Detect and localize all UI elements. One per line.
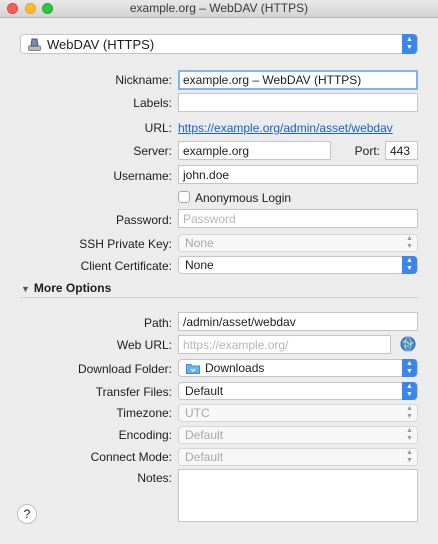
- protocol-value: WebDAV (HTTPS): [47, 37, 155, 52]
- chevron-updown-icon: ▲ ▼: [406, 405, 413, 420]
- globe-icon[interactable]: [400, 336, 416, 352]
- transfer-files-label: Transfer Files:: [95, 385, 172, 399]
- client-certificate-label: Client Certificate:: [80, 259, 172, 273]
- web-url-field[interactable]: https://example.org/: [178, 335, 391, 354]
- timezone-value: UTC: [185, 406, 210, 420]
- chevron-updown-icon: ▲ ▼: [406, 449, 413, 464]
- ssh-private-key-popup[interactable]: None ▲ ▼: [178, 234, 418, 252]
- anonymous-login-label: Anonymous Login: [195, 191, 292, 205]
- transfer-files-popup[interactable]: Default ▲ ▼: [178, 382, 418, 400]
- password-label: Password:: [115, 213, 172, 227]
- more-options-disclosure[interactable]: ▼ More Options: [21, 281, 111, 295]
- protocol-popup[interactable]: WebDAV (HTTPS) ▲ ▼: [20, 34, 418, 54]
- transfer-files-value: Default: [185, 384, 224, 398]
- chevron-updown-icon: ▲ ▼: [402, 359, 417, 377]
- notes-label: Notes:: [137, 471, 172, 485]
- labels-label: Labels:: [133, 96, 172, 110]
- chevron-updown-icon: ▲ ▼: [402, 256, 417, 274]
- username-label: Username:: [113, 169, 172, 183]
- username-field[interactable]: john.doe: [178, 165, 418, 184]
- window-title: example.org – WebDAV (HTTPS): [129, 1, 309, 15]
- web-url-label: Web URL:: [116, 338, 172, 352]
- port-field[interactable]: 443: [385, 141, 418, 160]
- chevron-updown-icon: ▲ ▼: [402, 34, 417, 54]
- connect-mode-popup[interactable]: Default ▲ ▼: [178, 448, 418, 466]
- encoding-label: Encoding:: [118, 428, 172, 442]
- title-bar: example.org – WebDAV (HTTPS): [0, 0, 438, 18]
- ssh-private-key-label: SSH Private Key:: [79, 237, 172, 251]
- password-field[interactable]: Password: [178, 209, 418, 228]
- port-label: Port:: [354, 144, 380, 158]
- anonymous-login-checkbox[interactable]: [178, 191, 190, 203]
- path-label: Path:: [143, 316, 172, 330]
- more-options-label: More Options: [33, 281, 112, 295]
- chevron-updown-icon: ▲ ▼: [406, 427, 413, 442]
- nickname-field[interactable]: example.org – WebDAV (HTTPS): [178, 70, 418, 90]
- client-certificate-popup[interactable]: None ▲ ▼: [178, 256, 418, 274]
- download-folder-value: Downloads: [205, 361, 265, 375]
- help-button[interactable]: ?: [17, 504, 37, 524]
- download-folder-label: Download Folder:: [77, 362, 172, 376]
- download-folder-popup[interactable]: Downloads ▲ ▼: [178, 359, 418, 377]
- encoding-popup[interactable]: Default ▲ ▼: [178, 426, 418, 444]
- nickname-label: Nickname:: [115, 73, 172, 87]
- url-label: URL:: [144, 121, 172, 135]
- path-field[interactable]: /admin/asset/webdav: [178, 312, 418, 331]
- encoding-value: Default: [185, 428, 224, 442]
- chevron-updown-icon: ▲ ▼: [402, 382, 417, 400]
- ssh-private-key-value: None: [185, 236, 214, 250]
- server-label: Server:: [133, 144, 172, 158]
- connect-mode-value: Default: [185, 450, 224, 464]
- connect-mode-label: Connect Mode:: [90, 450, 172, 464]
- timezone-popup[interactable]: UTC ▲ ▼: [178, 404, 418, 422]
- timezone-label: Timezone:: [116, 406, 172, 420]
- labels-field[interactable]: [178, 93, 418, 112]
- url-link[interactable]: https://example.org/admin/asset/webdav: [178, 121, 393, 135]
- disk-icon: [28, 38, 41, 51]
- notes-field[interactable]: [178, 469, 418, 522]
- client-certificate-value: None: [185, 258, 214, 272]
- folder-icon: [186, 363, 200, 374]
- disclosure-triangle-icon: ▼: [21, 284, 30, 294]
- section-divider: [20, 297, 418, 298]
- chevron-updown-icon: ▲ ▼: [406, 235, 413, 250]
